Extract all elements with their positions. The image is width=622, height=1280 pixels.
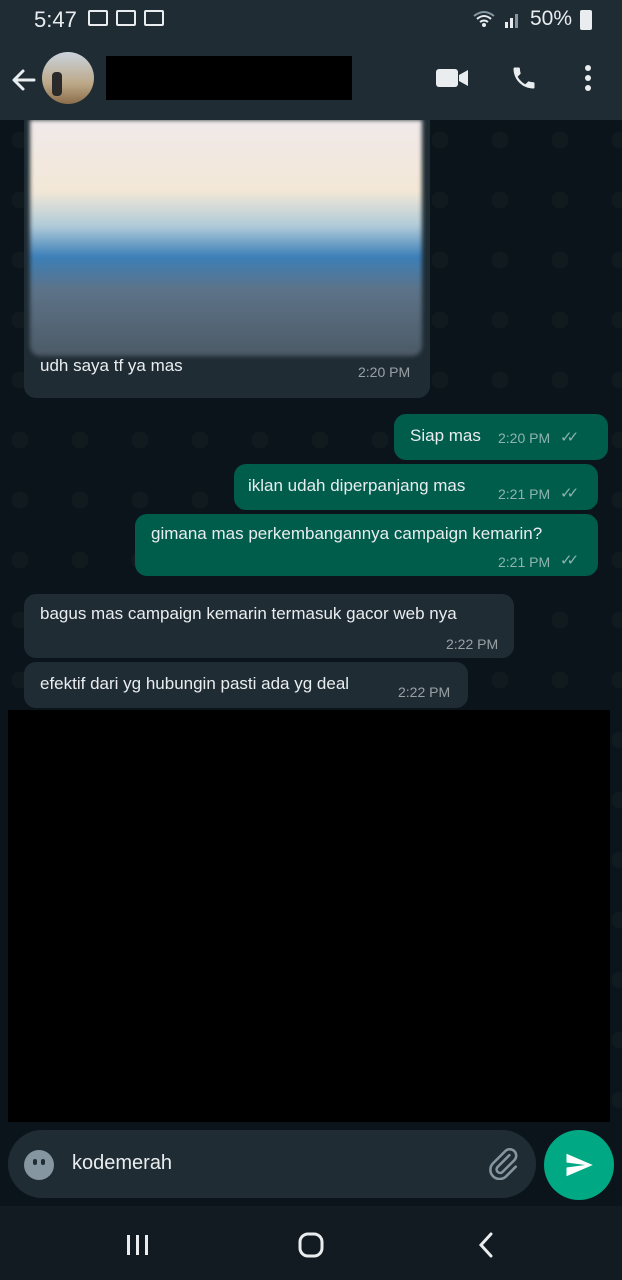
- message-image[interactable]: [30, 120, 422, 356]
- notification-icons: [88, 10, 164, 26]
- voice-call-icon[interactable]: [508, 58, 540, 98]
- back-nav-icon[interactable]: [474, 1230, 498, 1260]
- chat-header: [0, 40, 622, 120]
- message-time: 2:22 PM: [398, 684, 451, 700]
- more-vert-icon[interactable]: [578, 58, 598, 98]
- video-call-icon[interactable]: [434, 58, 470, 98]
- message-input[interactable]: kodemerah: [8, 1130, 536, 1198]
- chat-area[interactable]: udh saya tf ya mas 2:20 PM Siap mas 2:20…: [0, 120, 622, 1130]
- contact-name-redacted[interactable]: [106, 56, 352, 100]
- message-time: 2:20 PM: [498, 430, 551, 446]
- signal-icon: [504, 14, 518, 28]
- message-time: 2:20 PM: [358, 364, 411, 380]
- redacted-area: [8, 710, 610, 1122]
- message-text: bagus mas campaign kemarin termasuk gaco…: [40, 604, 457, 623]
- recent-apps-icon[interactable]: [124, 1230, 152, 1260]
- status-time: 5:47: [34, 7, 77, 32]
- message-outgoing[interactable]: iklan udah diperpanjang mas 2:21 PM ✓✓: [234, 464, 598, 510]
- wifi-icon: [473, 11, 495, 27]
- message-composer: kodemerah: [0, 1130, 622, 1206]
- battery-icon: [580, 10, 592, 30]
- mail-icon: [88, 10, 108, 26]
- message-text: iklan udah diperpanjang mas: [248, 476, 466, 495]
- status-bar: 5:47 50%: [0, 0, 622, 40]
- read-ticks-icon: ✓✓: [560, 429, 579, 446]
- battery-percent: 50%: [529, 7, 572, 30]
- system-nav-bar: [0, 1206, 622, 1280]
- send-button[interactable]: [544, 1130, 614, 1200]
- home-icon[interactable]: [296, 1230, 326, 1260]
- message-incoming[interactable]: udh saya tf ya mas 2:20 PM: [24, 120, 430, 398]
- image-icon: [144, 10, 164, 26]
- status-right: 50%: [472, 7, 592, 31]
- mail-icon: [116, 10, 136, 26]
- back-arrow-icon[interactable]: [10, 66, 38, 94]
- message-incoming[interactable]: bagus mas campaign kemarin termasuk gaco…: [24, 594, 514, 658]
- avatar[interactable]: [42, 52, 94, 104]
- emoji-icon[interactable]: [24, 1150, 54, 1180]
- message-time: 2:21 PM: [498, 486, 551, 502]
- message-text: Siap mas: [410, 426, 481, 445]
- read-ticks-icon: ✓✓: [560, 552, 579, 569]
- message-input-value[interactable]: kodemerah: [72, 1152, 172, 1175]
- attach-icon[interactable]: [486, 1146, 520, 1180]
- message-text: efektif dari yg hubungin pasti ada yg de…: [40, 674, 350, 693]
- message-time: 2:22 PM: [446, 636, 499, 652]
- read-ticks-icon: ✓✓: [560, 485, 579, 502]
- message-text: udh saya tf ya mas: [40, 356, 183, 375]
- message-incoming[interactable]: efektif dari yg hubungin pasti ada yg de…: [24, 662, 468, 708]
- message-text: gimana mas perkembangannya campaign kema…: [151, 524, 543, 543]
- send-icon: [566, 1153, 593, 1177]
- message-time: 2:21 PM: [498, 554, 551, 570]
- message-outgoing[interactable]: gimana mas perkembangannya campaign kema…: [135, 514, 598, 576]
- message-outgoing[interactable]: Siap mas 2:20 PM ✓✓: [394, 414, 608, 460]
